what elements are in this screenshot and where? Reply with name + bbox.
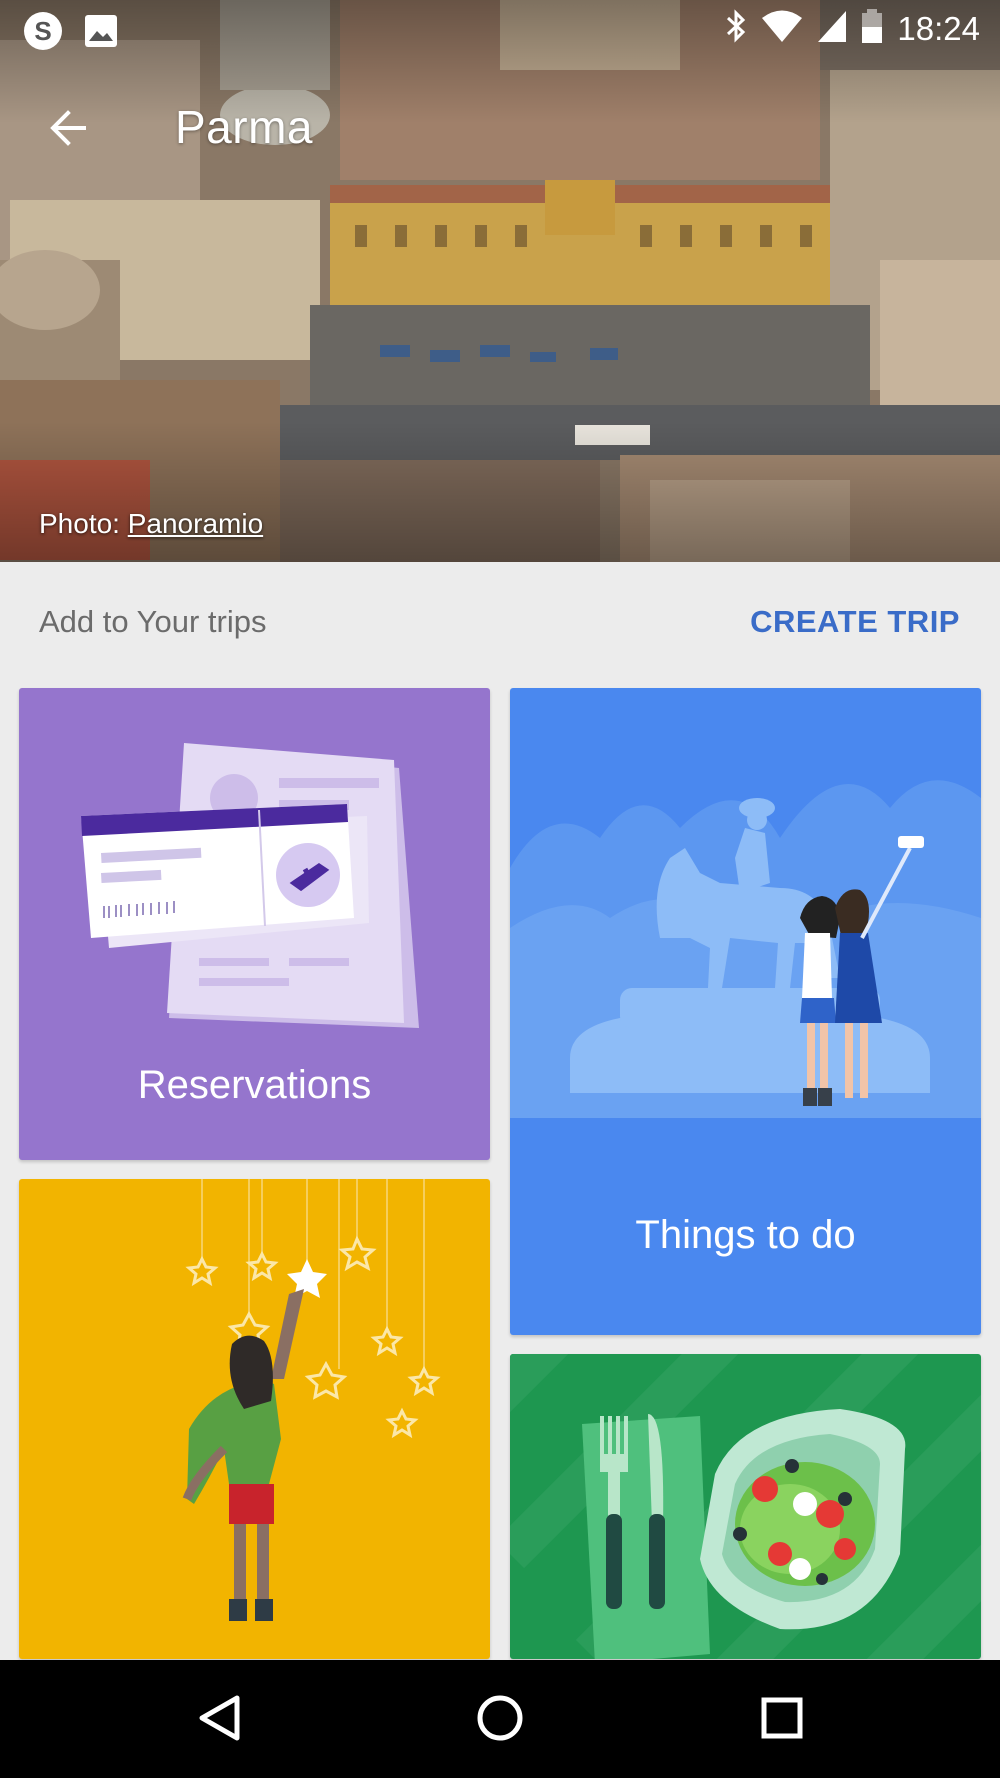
card-reservations-label: Reservations bbox=[137, 1063, 372, 1107]
card-inspiration[interactable] bbox=[19, 1179, 490, 1659]
bluetooth-icon bbox=[725, 8, 747, 49]
system-nav-bar bbox=[0, 1660, 1000, 1778]
wifi-icon bbox=[761, 9, 803, 48]
card-food[interactable] bbox=[510, 1354, 981, 1659]
salad-plate-illustration bbox=[510, 1354, 981, 1659]
hero-photo: S 18:24 Parma Photo: Panoramio bbox=[0, 0, 1000, 562]
card-things-to-do-label: Things to do bbox=[635, 1213, 856, 1257]
back-triangle-icon bbox=[199, 1695, 240, 1741]
photo-credit: Photo: Panoramio bbox=[39, 508, 263, 540]
photo-credit-prefix: Photo: bbox=[39, 508, 128, 539]
page-title: Parma bbox=[175, 101, 313, 153]
home-circle-icon bbox=[477, 1695, 523, 1741]
image-icon bbox=[84, 14, 118, 53]
skype-icon: S bbox=[22, 10, 64, 57]
create-trip-button[interactable]: CREATE TRIP bbox=[750, 604, 960, 640]
arrow-back-icon bbox=[50, 110, 86, 146]
add-to-trips-label: Add to Your trips bbox=[39, 604, 267, 639]
nav-back-button[interactable] bbox=[189, 1688, 249, 1748]
nav-recents-button[interactable] bbox=[752, 1688, 812, 1748]
card-reservations[interactable]: Reservations bbox=[19, 688, 490, 1160]
stars-girl-illustration bbox=[182, 1179, 441, 1621]
recents-square-icon bbox=[761, 1697, 803, 1739]
card-things-to-do[interactable]: Things to do bbox=[510, 688, 981, 1335]
photo-credit-link[interactable]: Panoramio bbox=[128, 508, 263, 539]
svg-text:S: S bbox=[34, 16, 51, 46]
battery-icon bbox=[861, 8, 883, 49]
nav-home-button[interactable] bbox=[470, 1688, 530, 1748]
signal-icon bbox=[817, 9, 847, 48]
status-bar: S 18:24 bbox=[0, 0, 1000, 56]
trips-header: Add to Your trips CREATE TRIP bbox=[0, 562, 1000, 682]
status-time: 18:24 bbox=[897, 9, 980, 47]
back-button[interactable] bbox=[36, 96, 100, 160]
app-bar: Parma bbox=[0, 82, 1000, 172]
